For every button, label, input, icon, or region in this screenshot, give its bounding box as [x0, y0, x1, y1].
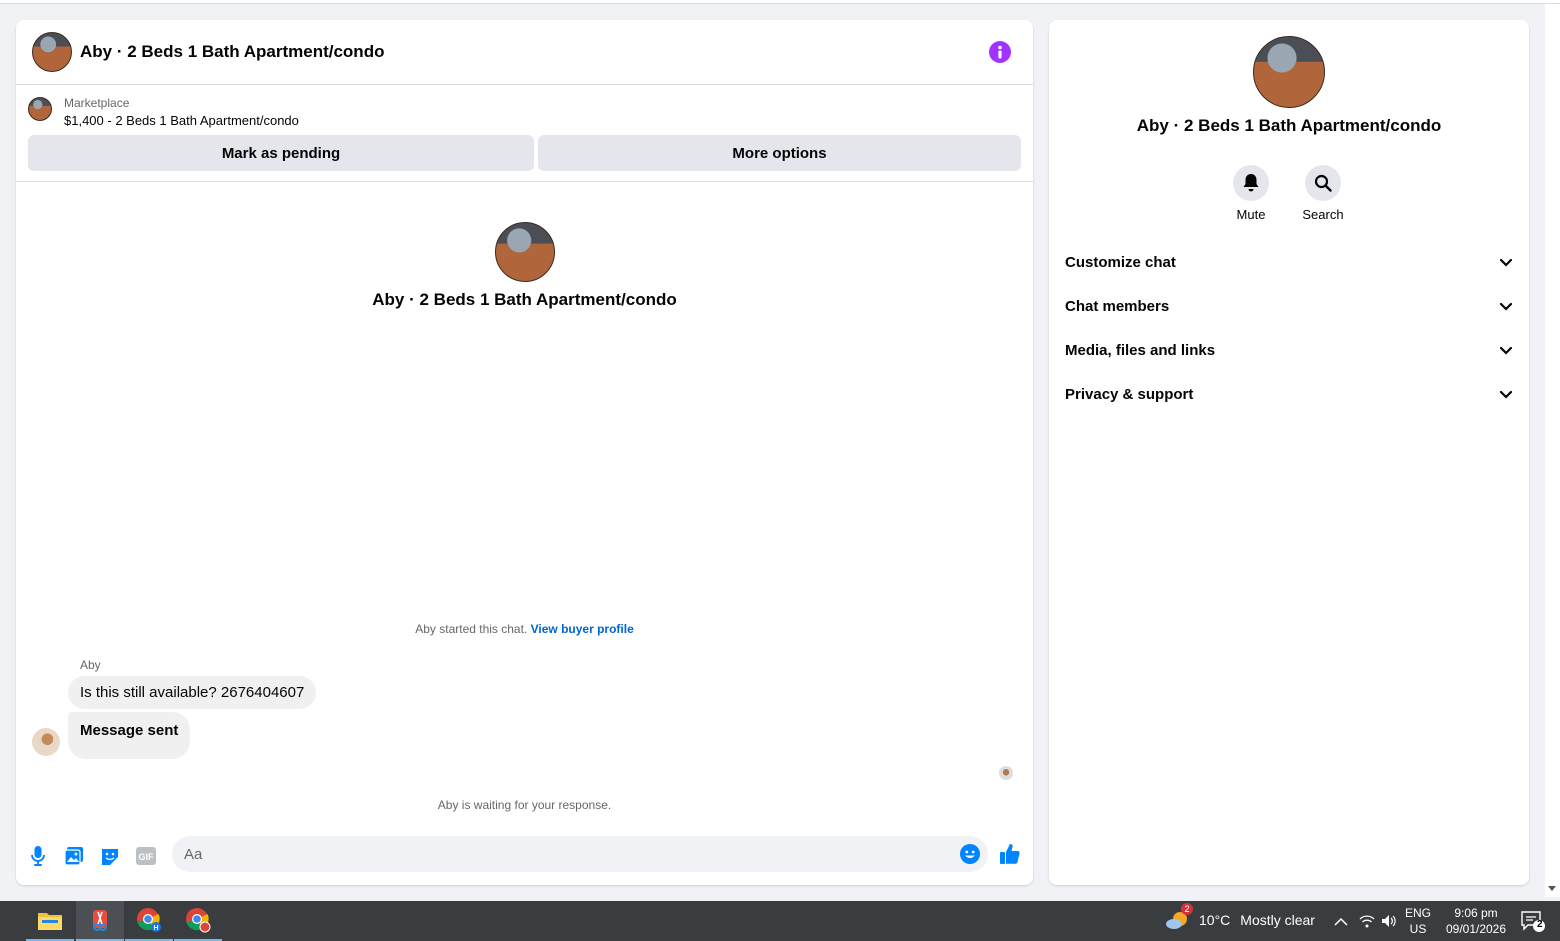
message-bubble[interactable]: Message sent [68, 712, 191, 759]
emoji-icon[interactable] [958, 842, 982, 866]
message-input-box [172, 836, 988, 872]
language-code: ENG [1404, 906, 1431, 920]
chrome-icon[interactable] [174, 901, 222, 941]
intro-avatar[interactable] [494, 222, 555, 282]
weather-icon: 2 [1165, 903, 1193, 931]
section-label: Media, files and links [1065, 341, 1216, 359]
mark-as-pending-button[interactable]: Mark as pending [28, 135, 534, 171]
conversation-intro: Aby · 2 Beds 1 Bath Apartment/condo [16, 222, 1033, 310]
section-privacy-support[interactable]: Privacy & support [1057, 374, 1521, 414]
chat-details-panel: Aby · 2 Beds 1 Bath Apartment/condo Mute… [1049, 20, 1529, 885]
chevron-down-icon [1499, 386, 1513, 403]
microphone-icon[interactable] [26, 844, 50, 868]
volume-icon[interactable] [1378, 901, 1400, 941]
bell-icon [1233, 165, 1269, 201]
chrome-profile-h-icon[interactable]: H [125, 901, 173, 941]
clock-time: 9:06 pm [1454, 906, 1498, 920]
section-media-files-links[interactable]: Media, files and links [1057, 330, 1521, 370]
details-avatar[interactable] [1253, 36, 1325, 108]
chevron-up-icon[interactable] [1330, 901, 1352, 941]
listing-summary[interactable]: Marketplace $1,400 - 2 Beds 1 Bath Apart… [28, 95, 1021, 131]
mute-label: Mute [1236, 207, 1266, 222]
more-options-button[interactable]: More options [538, 135, 1021, 171]
marketplace-listing: Marketplace $1,400 - 2 Beds 1 Bath Apart… [16, 85, 1033, 182]
svg-text:GIF: GIF [139, 852, 155, 862]
weather-temp: 10°C [1199, 912, 1231, 928]
section-customize-chat[interactable]: Customize chat [1057, 242, 1521, 282]
sender-name: Aby [80, 658, 101, 672]
chat-header-title[interactable]: Aby · 2 Beds 1 Bath Apartment/condo [80, 42, 384, 62]
search-label: Search [1302, 207, 1344, 222]
file-explorer-icon[interactable] [26, 901, 74, 941]
task-view-icon[interactable] [0, 901, 12, 941]
clock-date: 09/01/2026 [1445, 922, 1507, 936]
wifi-icon[interactable] [1356, 901, 1378, 941]
mute-button[interactable]: Mute [1221, 165, 1281, 222]
weather-widget[interactable]: 2 10°C Mostly clear [1165, 903, 1315, 931]
sticker-icon[interactable] [98, 844, 122, 868]
listing-title: $1,400 - 2 Beds 1 Bath Apartment/condo [64, 113, 299, 128]
weather-description: Mostly clear [1240, 912, 1315, 928]
started-text: Aby started this chat. [415, 622, 528, 636]
search-button[interactable]: Search [1293, 165, 1353, 222]
chevron-down-icon [1499, 342, 1513, 359]
windows-taskbar: H 2 10°C Mostly clear ENG US 9:06 pm 09/… [0, 901, 1560, 941]
top-border [0, 0, 1560, 4]
notifications-icon[interactable]: 2 [1512, 901, 1552, 941]
chevron-down-icon [1499, 298, 1513, 315]
chrome-badge-text: H [153, 925, 158, 932]
chat-started-notice: Aby started this chat. View buyer profil… [16, 622, 1033, 636]
waiting-notice: Aby is waiting for your response. [437, 798, 612, 812]
read-receipt-avatar [999, 766, 1013, 780]
listing-thumbnail [28, 97, 52, 121]
section-label: Chat members [1065, 297, 1170, 315]
clock[interactable]: 9:06 pm 09/01/2026 [1436, 905, 1516, 937]
view-buyer-profile-link[interactable]: View buyer profile [531, 622, 634, 636]
intro-name: Aby · 2 Beds 1 Bath Apartment/condo [372, 290, 677, 309]
section-chat-members[interactable]: Chat members [1057, 286, 1521, 326]
language-indicator[interactable]: ENG US [1402, 905, 1434, 937]
search-icon [1305, 165, 1341, 201]
keyboard-region: US [1409, 922, 1427, 936]
details-name: Aby · 2 Beds 1 Bath Apartment/condo [1136, 116, 1442, 135]
chat-avatar[interactable] [32, 32, 72, 72]
message-input[interactable] [184, 845, 944, 863]
chat-header: Aby · 2 Beds 1 Bath Apartment/condo [16, 20, 1033, 85]
snipping-tool-icon[interactable] [76, 901, 124, 941]
weather-badge: 2 [1181, 903, 1193, 915]
chevron-down-icon [1499, 254, 1513, 271]
section-label: Privacy & support [1065, 385, 1194, 403]
sender-avatar[interactable] [32, 728, 60, 756]
message-bubble[interactable]: Is this still available? 2676404607 [68, 676, 317, 709]
notifications-count: 2 [1537, 919, 1543, 930]
gif-icon[interactable]: GIF [134, 844, 158, 868]
message-composer: GIF [16, 836, 1033, 876]
like-icon[interactable] [998, 842, 1022, 866]
chat-panel: Aby · 2 Beds 1 Bath Apartment/condo Mark… [16, 20, 1033, 885]
info-icon[interactable] [989, 41, 1011, 63]
scroll-down-arrow-icon[interactable] [1548, 886, 1556, 891]
listing-kicker: Marketplace [64, 96, 130, 110]
photo-icon[interactable] [62, 844, 86, 868]
page-scrollbar[interactable] [1545, 4, 1560, 897]
section-label: Customize chat [1065, 253, 1176, 271]
